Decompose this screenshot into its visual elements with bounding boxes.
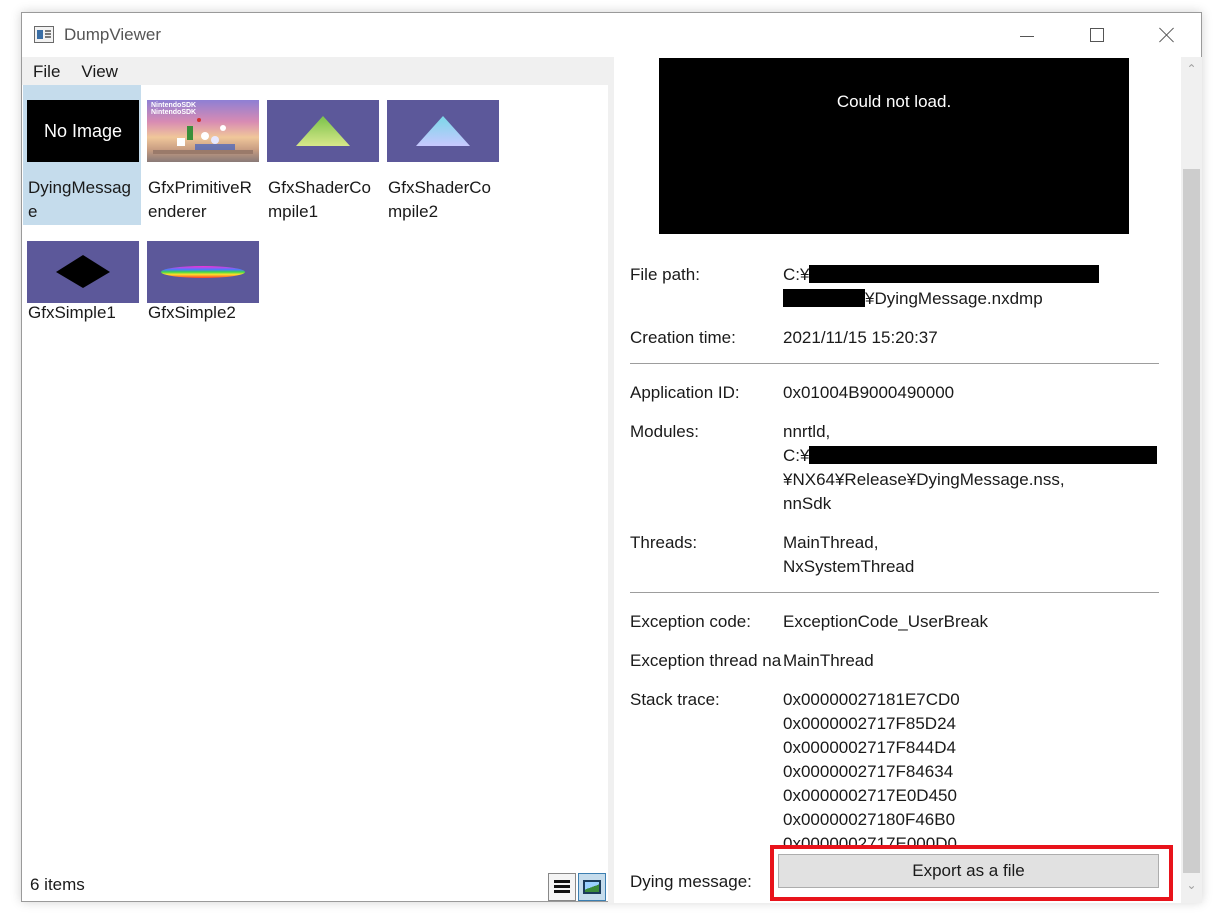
stack-frame: 0x0000002717F844D4: [783, 738, 956, 757]
simple-thumbnail: [27, 241, 139, 303]
list-view-icon: [554, 880, 570, 894]
title-bar: DumpViewer: [22, 13, 1201, 57]
thumbnail-label: GfxPrimitiveRenderer: [148, 178, 252, 221]
scrollbar-thumb[interactable]: [1183, 169, 1200, 873]
maximize-button[interactable]: [1062, 13, 1132, 57]
scroll-up-icon[interactable]: ⌃: [1185, 63, 1198, 76]
thumbnail-item-gfxsimple1[interactable]: GfxSimple1: [23, 226, 141, 346]
close-button[interactable]: [1132, 13, 1202, 57]
thumbnail-item-gfxprimitiverenderer[interactable]: NintendoSDK NintendoSDK GfxPrimitiveRend…: [143, 85, 261, 225]
application-id-label: Application ID:: [630, 383, 740, 402]
window-title: DumpViewer: [64, 25, 162, 44]
thumbnail-item-gfxsimple2[interactable]: GfxSimple2: [143, 226, 261, 346]
no-image-placeholder: No Image: [27, 100, 139, 162]
exception-thread-value: MainThread: [783, 651, 874, 670]
stack-frame: 0x00000027180F46B0: [783, 810, 956, 829]
minimize-button[interactable]: [992, 13, 1062, 57]
thumbnail-view-icon: [583, 880, 601, 894]
creation-time-value: 2021/11/15 15:20:37: [783, 328, 938, 347]
thumbnail-label: GfxShaderCompile1: [268, 178, 371, 221]
menu-view[interactable]: View: [70, 57, 128, 85]
diamond-graphic: [56, 255, 110, 288]
application-id-value: 0x01004B9000490000: [783, 383, 955, 402]
primitive-shapes-graphic: [153, 118, 253, 154]
stack-frame: 0x0000002717E0D450: [783, 786, 957, 805]
file-path-value: C:¥ ¥DyingMessage.nxdmp: [783, 263, 1100, 311]
module-entry: C:¥: [783, 446, 810, 465]
details-view-button[interactable]: [548, 873, 576, 901]
thumbnail-item-dyingmessage[interactable]: No Image DyingMessage: [23, 85, 141, 225]
modules-value: nnrtld, C:¥ ¥NX64¥Release¥DyingMessage.n…: [783, 420, 1158, 516]
app-icon: [34, 26, 54, 43]
stack-frame: 0x00000027181E7CD0: [783, 690, 960, 709]
shader-thumbnail: [387, 100, 499, 162]
details-scrollbar[interactable]: ⌃ ⌄: [1181, 57, 1202, 903]
menu-bar: File View: [22, 57, 614, 85]
thumbnail-view-button[interactable]: [578, 873, 606, 901]
threads-label: Threads:: [630, 533, 698, 552]
close-icon: [1158, 26, 1176, 44]
redacted-block: [809, 446, 1158, 464]
details-pane: Could not load. File path: C:¥ ¥DyingMes…: [614, 57, 1181, 903]
thumbnail-item-gfxshadercompile1[interactable]: GfxShaderCompile1: [263, 85, 381, 225]
menu-file[interactable]: File: [22, 57, 70, 85]
exception-code-label: Exception code:: [630, 612, 751, 631]
stack-trace-value: 0x00000027181E7CD0 0x0000002717F85D24 0x…: [783, 688, 960, 856]
scroll-down-icon[interactable]: ⌄: [1185, 879, 1198, 892]
triangle-graphic: [296, 116, 350, 146]
stack-frame: 0x0000002717F84634: [783, 762, 954, 781]
item-count-status: 6 items: [30, 875, 85, 894]
thumbnail-label: GfxSimple1: [28, 303, 116, 322]
thumbnail-label: DyingMessage: [28, 178, 131, 221]
file-path-prefix: C:¥: [783, 265, 810, 284]
dump-list-pane: No Image DyingMessage NintendoSDK Ninten…: [22, 85, 608, 894]
stack-frame: 0x0000002717F85D24: [783, 714, 956, 733]
screenshot-preview: Could not load.: [659, 58, 1129, 234]
thumbnail-item-gfxshadercompile2[interactable]: GfxShaderCompile2: [383, 85, 501, 225]
screenshot-thumbnail: NintendoSDK NintendoSDK: [147, 100, 259, 162]
thread-entry: MainThread,: [783, 533, 879, 552]
preview-error-text: Could not load.: [836, 92, 952, 111]
thumbnail-label: GfxShaderCompile2: [388, 178, 491, 221]
redacted-block: [809, 265, 1100, 283]
file-path-suffix: ¥DyingMessage.nxdmp: [865, 289, 1043, 308]
rainbow-disc-graphic: [161, 266, 245, 278]
thread-entry: NxSystemThread: [783, 557, 915, 576]
modules-label: Modules:: [630, 422, 699, 441]
exception-thread-label: Exception thread name:: [630, 651, 782, 670]
simple-thumbnail: [147, 241, 259, 303]
dumpviewer-window: DumpViewer File View No Image DyingMessa…: [21, 12, 1202, 903]
thumbnail-label: GfxSimple2: [148, 303, 236, 322]
module-entry: ¥NX64¥Release¥DyingMessage.nss,: [783, 470, 1065, 489]
creation-time-label: Creation time:: [630, 328, 736, 347]
maximize-icon: [1090, 28, 1104, 42]
module-entry: nnrtld,: [783, 422, 831, 441]
threads-value: MainThread, NxSystemThread: [783, 531, 914, 579]
redacted-block: [783, 289, 865, 307]
dying-message-label: Dying message:: [630, 872, 752, 891]
shader-thumbnail: [267, 100, 379, 162]
triangle-graphic: [416, 116, 470, 146]
module-entry: nnSdk: [783, 494, 832, 513]
file-path-label: File path:: [630, 265, 700, 284]
export-as-file-button[interactable]: Export as a file: [778, 854, 1159, 888]
stack-trace-label: Stack trace:: [630, 690, 720, 709]
exception-code-value: ExceptionCode_UserBreak: [783, 612, 989, 631]
section-divider: [630, 363, 1159, 364]
minimize-icon: [1020, 35, 1034, 37]
section-divider: [630, 592, 1159, 593]
